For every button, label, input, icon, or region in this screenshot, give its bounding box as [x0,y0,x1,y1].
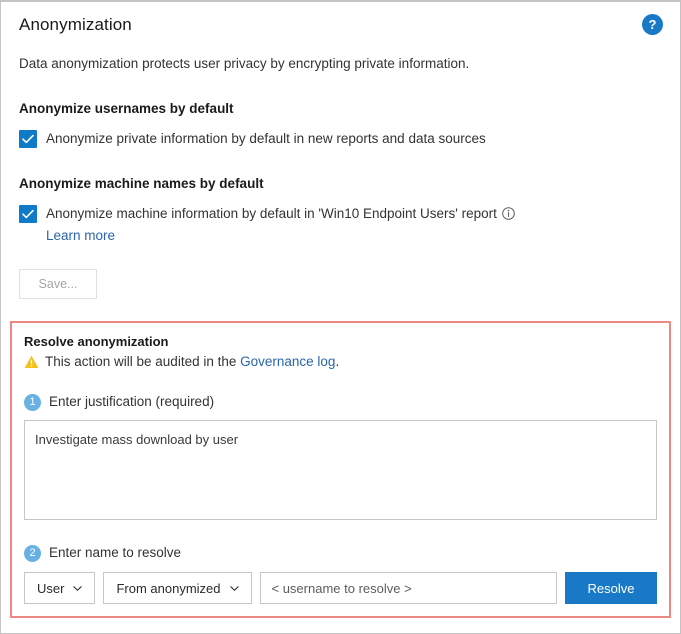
anonymize-machines-row: Anonymize machine information by default… [1,193,680,223]
info-icon[interactable] [502,207,515,220]
anonymization-settings-page: Anonymization ? Data anonymization prote… [0,0,681,634]
learn-more-row: Learn more [1,223,680,245]
usernames-section-heading: Anonymize usernames by default [1,73,680,118]
entity-type-value: User [37,581,64,596]
entity-type-dropdown[interactable]: User [24,572,95,604]
anonymize-machines-label-wrap: Anonymize machine information by default… [37,204,515,223]
direction-dropdown[interactable]: From anonymized [103,572,251,604]
resolve-anonymization-panel: Resolve anonymization This action will b… [10,321,671,618]
audit-notice-text: This action will be audited in the Gover… [45,353,339,371]
audit-notice: This action will be audited in the Gover… [24,353,657,374]
step-1-row: 1 Enter justification (required) [24,393,657,411]
checkmark-icon [19,205,37,223]
anonymize-usernames-label: Anonymize private information by default… [37,129,486,148]
audit-suffix: . [335,354,339,369]
justification-textarea[interactable] [24,420,657,520]
step-2-row: 2 Enter name to resolve [24,544,657,562]
help-icon[interactable]: ? [642,14,663,35]
step-1-label: Enter justification (required) [41,393,214,411]
name-to-resolve-input[interactable] [260,572,558,604]
resolve-button[interactable]: Resolve [565,572,657,604]
anonymize-usernames-row: Anonymize private information by default… [1,118,680,148]
anonymize-machines-checkbox[interactable] [19,205,37,223]
save-button[interactable]: Save... [19,269,97,299]
step-1-badge: 1 [24,394,41,411]
anonymize-machines-label: Anonymize machine information by default… [46,206,497,221]
audit-prefix: This action will be audited in the [45,354,240,369]
learn-more-link[interactable]: Learn more [46,228,115,243]
resolve-panel-title: Resolve anonymization [24,333,657,350]
chevron-down-icon [230,584,239,593]
page-header: Anonymization ? [1,2,680,36]
warning-triangle-icon [24,355,39,374]
step-2-badge: 2 [24,545,41,562]
page-title: Anonymization [19,14,132,36]
save-button-wrap: Save... [1,245,680,299]
chevron-down-icon [73,584,82,593]
governance-log-link[interactable]: Governance log [240,354,335,369]
direction-value: From anonymized [116,581,220,596]
intro-description: Data anonymization protects user privacy… [1,36,680,73]
machines-section-heading: Anonymize machine names by default [1,148,680,193]
resolve-controls-row: User From anonymized Resolve [24,572,657,604]
step-2-label: Enter name to resolve [41,544,181,562]
checkmark-icon [19,130,37,148]
anonymize-usernames-checkbox[interactable] [19,130,37,148]
